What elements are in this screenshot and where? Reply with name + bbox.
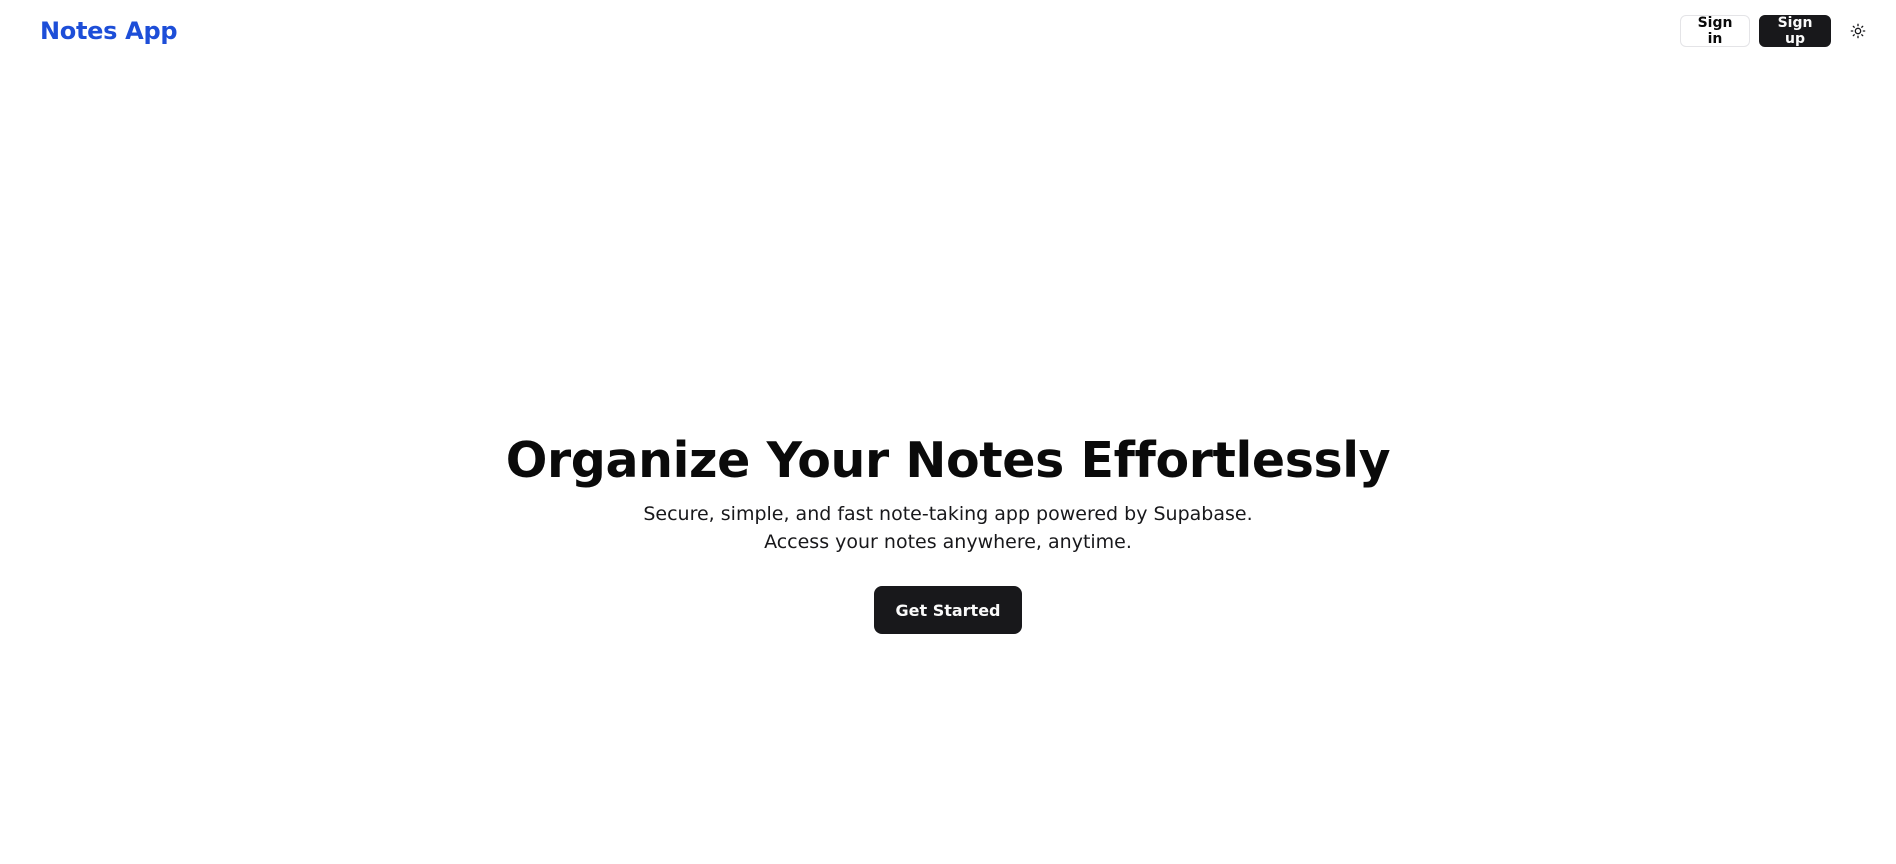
header-actions: Sign in Sign up	[1680, 15, 1874, 47]
get-started-button[interactable]: Get Started	[874, 586, 1022, 634]
hero-title: Organize Your Notes Effortlessly	[505, 432, 1391, 489]
landing-page: Notes App Sign in Sign up Organize Your …	[0, 0, 1896, 864]
top-nav: Notes App Sign in Sign up	[0, 0, 1896, 62]
theme-toggle-button[interactable]	[1842, 15, 1874, 47]
hero-subtitle-line-2: Access your notes anywhere, anytime.	[764, 531, 1132, 553]
sign-up-button[interactable]: Sign up	[1759, 15, 1831, 47]
sun-icon	[1850, 23, 1866, 39]
sign-in-button[interactable]: Sign in	[1680, 15, 1750, 47]
hero-subtitle-line-1: Secure, simple, and fast note-taking app…	[643, 503, 1253, 525]
brand-logo[interactable]: Notes App	[40, 17, 178, 45]
hero-subtitle: Secure, simple, and fast note-taking app…	[643, 500, 1252, 556]
hero-section: Organize Your Notes Effortlessly Secure,…	[0, 430, 1896, 634]
